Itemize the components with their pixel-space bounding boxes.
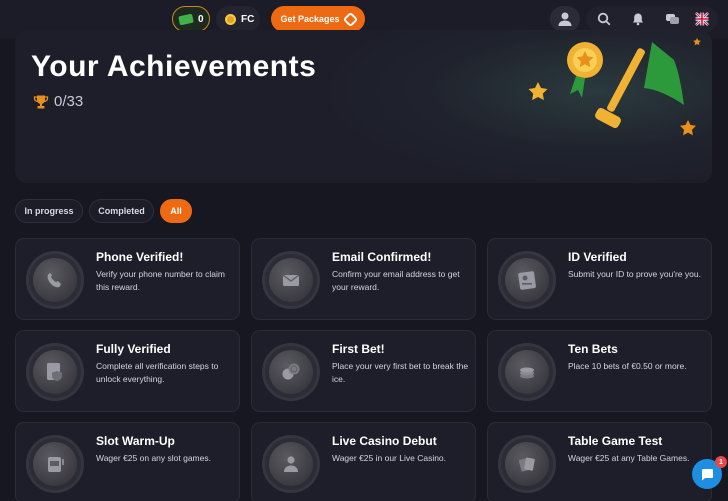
chips-icon bbox=[520, 367, 534, 379]
support-chat-button[interactable]: 1 bbox=[692, 456, 727, 489]
achievement-badge bbox=[262, 251, 320, 309]
achievement-count: 0/33 bbox=[54, 93, 84, 110]
achievement-badge bbox=[262, 435, 320, 493]
cash-balance-button[interactable]: 0 bbox=[172, 6, 210, 32]
achievement-card-first-bet[interactable]: First Bet! Place your very first bet to … bbox=[251, 330, 476, 412]
achievement-description: Confirm your email address to get your r… bbox=[332, 269, 460, 292]
achievement-title: Table Game Test bbox=[568, 434, 663, 448]
notifications-button[interactable] bbox=[624, 6, 652, 32]
shield-document-icon bbox=[47, 363, 62, 382]
achievement-card-email-confirmed[interactable]: Email Confirmed! Confirm your email addr… bbox=[251, 238, 476, 320]
search-button[interactable] bbox=[590, 6, 618, 32]
achievements-hero: Your Achievements 0/33 bbox=[15, 30, 712, 183]
fc-label: FC bbox=[241, 13, 255, 25]
achievement-badge bbox=[26, 343, 84, 401]
achievement-description: Wager €25 on any slot games. bbox=[96, 453, 211, 463]
achievement-description: Wager €25 at any Table Games. bbox=[568, 453, 690, 463]
search-icon bbox=[597, 12, 611, 26]
cash-balance: 0 bbox=[198, 13, 204, 25]
achievement-badge bbox=[498, 251, 556, 309]
achievement-title: Fully Verified bbox=[96, 342, 171, 356]
phone-icon bbox=[47, 273, 61, 288]
gift-icon bbox=[342, 11, 358, 27]
flag-icon bbox=[644, 42, 684, 105]
user-button[interactable] bbox=[550, 6, 580, 32]
envelope-icon bbox=[282, 274, 300, 286]
filter-all[interactable]: All bbox=[160, 199, 192, 223]
coins-icon bbox=[282, 363, 300, 380]
achievement-card-live-casino-debut[interactable]: Live Casino Debut Wager €25 in our Live … bbox=[251, 422, 476, 501]
achievement-badge bbox=[498, 435, 556, 493]
achievement-description: Place 10 bets of €0.50 or more. bbox=[568, 361, 687, 371]
achievement-badge bbox=[498, 343, 556, 401]
achievement-badge bbox=[262, 343, 320, 401]
slot-machine-icon bbox=[48, 457, 64, 472]
achievement-description: Submit your ID to prove you're you. bbox=[568, 269, 701, 279]
achievement-badge bbox=[26, 435, 84, 493]
achievement-description: Wager €25 in our Live Casino. bbox=[332, 453, 447, 463]
achievement-card-slot-warm-up[interactable]: Slot Warm-Up Wager €25 on any slot games… bbox=[15, 422, 240, 501]
dealer-icon bbox=[284, 456, 298, 472]
cards-icon bbox=[518, 457, 535, 472]
achievement-title: Ten Bets bbox=[568, 342, 618, 356]
language-button[interactable] bbox=[688, 6, 716, 32]
id-card-icon bbox=[518, 271, 536, 290]
achievement-badge bbox=[26, 251, 84, 309]
achievement-card-fully-verified[interactable]: Fully Verified Complete all verification… bbox=[15, 330, 240, 412]
user-icon bbox=[558, 12, 572, 26]
achievement-title: ID Verified bbox=[568, 250, 627, 264]
page-title: Your Achievements bbox=[31, 50, 317, 83]
achievement-card-phone-verified[interactable]: Phone Verified! Verify your phone number… bbox=[15, 238, 240, 320]
achievement-card-ten-bets[interactable]: Ten Bets Place 10 bets of €0.50 or more. bbox=[487, 330, 712, 412]
cash-icon bbox=[178, 13, 194, 25]
achievement-title: First Bet! bbox=[332, 342, 385, 356]
uk-flag-icon bbox=[695, 12, 709, 26]
header-actions bbox=[586, 6, 718, 32]
unread-badge: 1 bbox=[715, 456, 727, 468]
bell-icon bbox=[633, 13, 643, 26]
achievement-title: Slot Warm-Up bbox=[96, 434, 175, 448]
achievement-card-id-verified[interactable]: ID Verified Submit your ID to prove you'… bbox=[487, 238, 712, 320]
achievement-progress: 0/33 bbox=[33, 93, 83, 110]
achievement-filters: In progress Completed All bbox=[15, 199, 198, 223]
chat-bubbles-icon bbox=[665, 14, 679, 24]
achievement-description: Place your very first bet to break the i… bbox=[332, 361, 469, 384]
trophy-icon bbox=[33, 95, 49, 108]
achievement-card-table-game-test[interactable]: Table Game Test Wager €25 at any Table G… bbox=[487, 422, 712, 501]
filter-completed[interactable]: Completed bbox=[89, 199, 154, 223]
achievement-illustration bbox=[528, 38, 701, 136]
chat-icon bbox=[702, 469, 713, 481]
achievement-title: Phone Verified! bbox=[96, 250, 184, 264]
achievement-description: Complete all verification steps to unloc… bbox=[96, 361, 219, 384]
fc-balance-button[interactable]: FC bbox=[216, 6, 260, 32]
messages-button[interactable] bbox=[658, 6, 686, 32]
get-packages-button[interactable]: Get Packages bbox=[271, 6, 365, 32]
achievement-description: Verify your phone number to claim this r… bbox=[96, 269, 225, 292]
achievement-title: Live Casino Debut bbox=[332, 434, 437, 448]
coin-icon bbox=[225, 13, 236, 25]
achievement-title: Email Confirmed! bbox=[332, 250, 432, 264]
get-packages-label: Get Packages bbox=[280, 14, 340, 24]
filter-in-progress[interactable]: In progress bbox=[15, 199, 83, 223]
star-icon bbox=[528, 82, 548, 101]
